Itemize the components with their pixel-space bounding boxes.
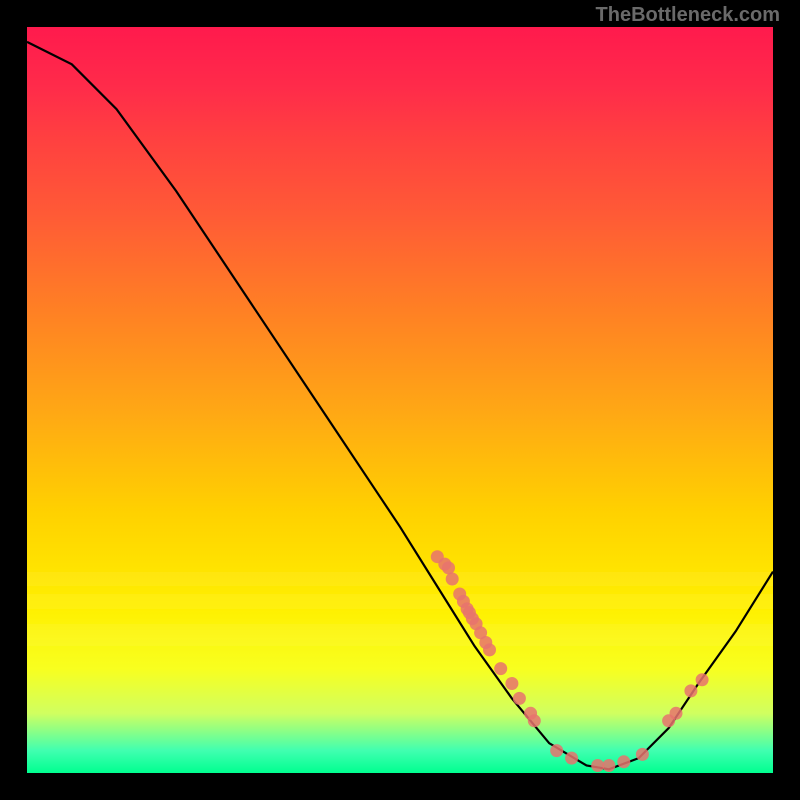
attribution-text: TheBottleneck.com [596, 4, 780, 27]
scatter-point [494, 662, 507, 675]
scatter-point [565, 752, 578, 765]
scatter-point [446, 573, 459, 586]
chart-svg [27, 27, 773, 773]
scatter-point [442, 561, 455, 574]
scatter-point [483, 643, 496, 656]
scatter-point [617, 755, 630, 768]
scatter-point [636, 748, 649, 761]
scatter-point [528, 714, 541, 727]
scatter-point [602, 759, 615, 772]
scatter-point [513, 692, 526, 705]
scatter-points [431, 550, 709, 772]
scatter-point [550, 744, 563, 757]
scatter-point [505, 677, 518, 690]
scatter-point [591, 759, 604, 772]
scatter-point [684, 684, 697, 697]
bottleneck-curve [27, 42, 773, 769]
plot-area [27, 27, 773, 773]
scatter-point [670, 707, 683, 720]
scatter-point [696, 673, 709, 686]
